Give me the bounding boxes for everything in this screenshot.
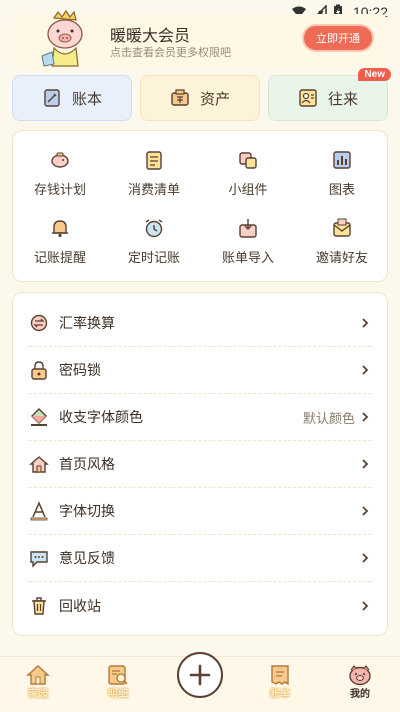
member-banner[interactable]: 暖暖大会员 点击查看会员更多权限吧 立即开通 bbox=[12, 9, 388, 70]
grid-item-reminder[interactable]: 记账提醒 bbox=[13, 213, 107, 273]
chevron-right-icon bbox=[362, 412, 369, 422]
row-label: 收支字体颜色 bbox=[59, 410, 143, 426]
grid-label: 小组件 bbox=[228, 183, 268, 198]
trash-icon bbox=[32, 596, 46, 615]
exchange-icon bbox=[30, 314, 48, 332]
nav-home[interactable]: 家园 bbox=[8, 663, 68, 709]
tile-ledger-label: 账本 bbox=[71, 89, 102, 108]
tile-assets-label: 资产 bbox=[199, 89, 230, 108]
nav-bill[interactable]: 账单 bbox=[250, 663, 310, 709]
checklist-icon bbox=[146, 151, 162, 170]
row-label: 汇率换算 bbox=[59, 316, 115, 332]
grid-item-savings-plan[interactable]: 存钱计划 bbox=[13, 145, 107, 205]
row-label: 字体切换 bbox=[59, 504, 115, 520]
grid-item-scheduled[interactable]: 定时记账 bbox=[107, 213, 201, 273]
grid-label: 定时记账 bbox=[127, 251, 180, 266]
paint-bucket-icon bbox=[31, 408, 47, 426]
grid-item-charts[interactable]: 图表 bbox=[295, 145, 389, 205]
lock-icon bbox=[31, 361, 47, 380]
row-recycle-bin[interactable]: 回收站 bbox=[29, 582, 371, 629]
row-home-style[interactable]: 首页风格 bbox=[29, 441, 371, 488]
nav-profile[interactable]: 我的 bbox=[330, 663, 390, 709]
nav-label: 明细 bbox=[108, 689, 128, 700]
piggy-bank-icon bbox=[51, 152, 69, 168]
grid-label: 账单导入 bbox=[221, 251, 274, 266]
invite-icon bbox=[333, 218, 351, 237]
import-icon bbox=[239, 219, 257, 238]
row-font-color[interactable]: 收支字体颜色 默认颜色 bbox=[29, 394, 371, 441]
chevron-right-icon bbox=[362, 365, 369, 375]
open-membership-button[interactable]: 立即开通 bbox=[304, 26, 372, 50]
settings-list: 汇率换算 密码锁 收支字体颜色 默认颜色 首页风格 字体切换 意见反馈 回收站 bbox=[12, 292, 388, 636]
row-label: 回收站 bbox=[59, 598, 101, 615]
feedback-icon bbox=[30, 551, 48, 568]
grid-label: 图表 bbox=[328, 183, 355, 198]
grid-item-widgets[interactable]: 小组件 bbox=[201, 145, 295, 205]
bill-icon bbox=[271, 665, 289, 686]
contacts-icon bbox=[299, 89, 317, 107]
nav-label: 账单 bbox=[270, 689, 290, 700]
font-icon bbox=[30, 501, 48, 521]
nav-label: 我的 bbox=[350, 689, 370, 700]
row-password-lock[interactable]: 密码锁 bbox=[29, 347, 371, 394]
home-icon bbox=[26, 665, 50, 685]
chevron-right-icon bbox=[362, 506, 369, 516]
tile-contacts[interactable]: 往来 New bbox=[268, 68, 391, 121]
alarm-clock-icon bbox=[145, 219, 163, 238]
grid-item-invite[interactable]: 邀请好友 bbox=[295, 213, 389, 273]
grid-label: 存钱计划 bbox=[33, 183, 86, 198]
nav-details[interactable]: 明细 bbox=[88, 663, 148, 709]
grid-label: 记账提醒 bbox=[33, 251, 86, 266]
chevron-right-icon bbox=[362, 600, 369, 611]
details-icon bbox=[108, 665, 128, 685]
grid-item-bill-import[interactable]: 账单导入 bbox=[201, 213, 295, 273]
chevron-right-icon bbox=[362, 459, 369, 469]
assets-icon bbox=[171, 89, 189, 106]
ledger-icon bbox=[44, 89, 60, 107]
tile-assets[interactable]: 资产 bbox=[140, 75, 260, 121]
quick-tiles: 账本 资产 往来 New bbox=[12, 68, 391, 123]
home-style-icon bbox=[29, 456, 49, 473]
tools-grid: 存钱计划 消费清单 小组件 图表 记账提醒 定时记账 账单导入 邀请好友 bbox=[12, 130, 388, 282]
row-feedback[interactable]: 意见反馈 bbox=[29, 535, 371, 582]
tile-contacts-label: 往来 bbox=[327, 89, 358, 108]
row-label: 密码锁 bbox=[59, 363, 101, 379]
plus-icon bbox=[189, 664, 211, 686]
grid-label: 消费清单 bbox=[127, 183, 180, 198]
row-font-switch[interactable]: 字体切换 bbox=[29, 488, 371, 535]
widget-icon bbox=[239, 152, 257, 169]
member-title: 暖暖大会员 bbox=[110, 26, 191, 45]
chart-icon bbox=[333, 151, 351, 169]
crowned-pig-mascot-icon bbox=[41, 9, 83, 67]
grid-label: 邀请好友 bbox=[315, 251, 368, 266]
member-subtitle: 点击查看会员更多权限吧 bbox=[110, 46, 231, 59]
chevron-right-icon bbox=[362, 553, 369, 563]
new-badge: New bbox=[358, 68, 391, 81]
row-label: 意见反馈 bbox=[59, 551, 115, 567]
row-exchange-rate[interactable]: 汇率换算 bbox=[29, 300, 371, 347]
bell-icon bbox=[52, 220, 68, 238]
nav-label: 家园 bbox=[28, 689, 48, 700]
pig-profile-icon bbox=[349, 664, 371, 686]
grid-item-spending-list[interactable]: 消费清单 bbox=[107, 145, 201, 205]
add-record-button[interactable] bbox=[177, 652, 223, 698]
chevron-right-icon bbox=[362, 318, 369, 328]
tile-ledger[interactable]: 账本 bbox=[12, 75, 132, 121]
row-label: 首页风格 bbox=[59, 457, 115, 473]
row-value: 默认颜色 bbox=[302, 411, 355, 427]
